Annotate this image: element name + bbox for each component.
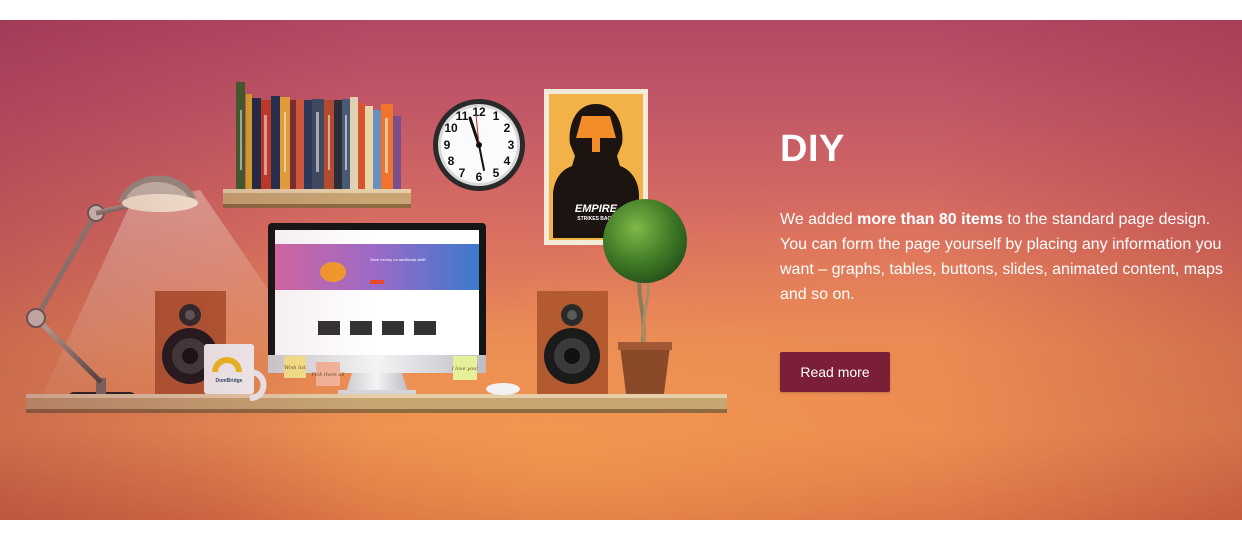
right-speaker xyxy=(537,291,608,394)
clock-num: 4 xyxy=(504,154,511,168)
clock-num: 11 xyxy=(456,109,469,123)
clock-num: 12 xyxy=(472,105,486,119)
clock-num: 1 xyxy=(493,109,500,123)
clock-num: 10 xyxy=(444,121,458,135)
poster-title: EMPIRE xyxy=(575,203,618,215)
clock-num: 6 xyxy=(476,170,483,184)
desk-illustration: 12 1 2 3 4 5 6 7 8 9 10 11 EMPIRE STRIKE… xyxy=(26,82,727,413)
description-highlight: more than 80 items xyxy=(857,211,1003,228)
note-text: Pick them all xyxy=(310,372,344,378)
mouse-icon xyxy=(486,383,520,395)
clock-num: 5 xyxy=(493,166,500,180)
hero-text: DIY We added more than 80 items to the s… xyxy=(780,127,1235,307)
wall-clock-icon: 12 1 2 3 4 5 6 7 8 9 10 11 xyxy=(433,99,525,191)
monitor-headline: Save money on additional staff! xyxy=(370,257,426,262)
description-text: We added xyxy=(780,211,858,228)
hero-title: DIY xyxy=(780,128,845,170)
hero-banner: 12 1 2 3 4 5 6 7 8 9 10 11 EMPIRE STRIKE… xyxy=(0,20,1242,520)
note-text: I love you! xyxy=(451,366,479,372)
clock-num: 7 xyxy=(459,166,466,180)
clock-num: 2 xyxy=(504,121,511,135)
read-more-button[interactable]: Read more xyxy=(780,352,890,392)
hero-description: We added more than 80 items to the stand… xyxy=(780,207,1235,307)
clock-num: 8 xyxy=(448,154,455,168)
note-text: Wish list xyxy=(284,365,307,371)
mug-brand: DomBridge xyxy=(216,378,243,384)
clock-num: 9 xyxy=(444,138,451,152)
books xyxy=(236,82,401,189)
clock-num: 3 xyxy=(508,138,515,152)
plant xyxy=(603,199,687,394)
